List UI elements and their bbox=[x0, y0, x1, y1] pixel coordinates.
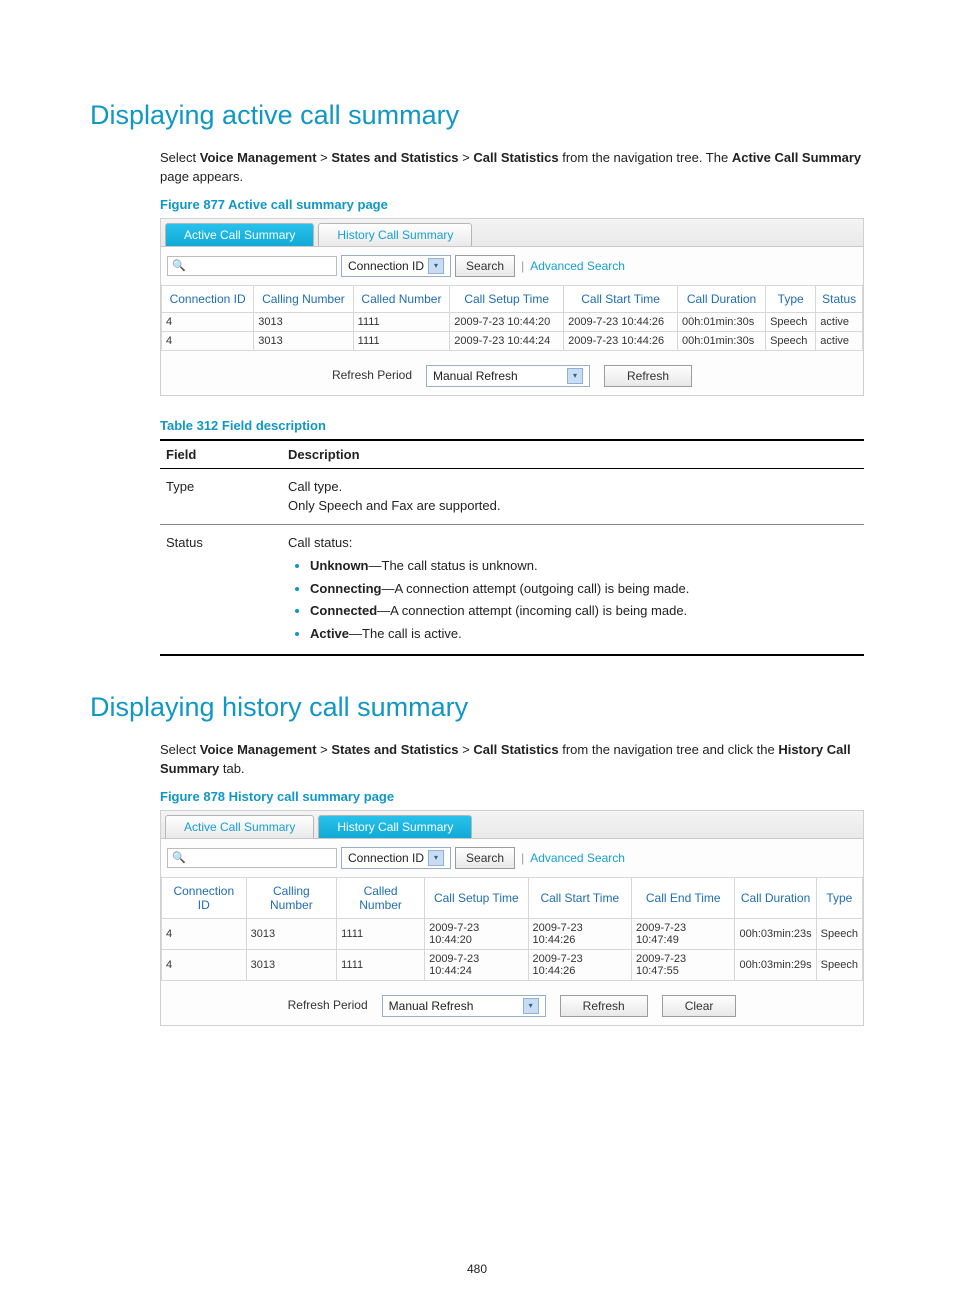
col-calling-number[interactable]: Calling Number bbox=[254, 285, 353, 312]
search-field-select[interactable]: Connection ID ▾ bbox=[341, 847, 451, 869]
page-number: 480 bbox=[0, 1262, 954, 1276]
history-call-panel: Active Call Summary History Call Summary… bbox=[160, 810, 864, 1026]
table-row: 4 3013 1111 2009-7-23 10:44:20 2009-7-23… bbox=[162, 918, 863, 949]
tab-history-call-summary[interactable]: History Call Summary bbox=[318, 223, 472, 246]
refresh-period-label: Refresh Period bbox=[288, 999, 368, 1013]
search-field-select[interactable]: Connection ID ▾ bbox=[341, 255, 451, 277]
table-header-row: Connection ID Calling Number Called Numb… bbox=[162, 877, 863, 918]
col-call-setup-time[interactable]: Call Setup Time bbox=[425, 877, 528, 918]
field-description-table: Field Description Type Call type. Only S… bbox=[160, 439, 864, 657]
heading-active-summary: Displaying active call summary bbox=[90, 100, 864, 131]
col-call-start-time[interactable]: Call Start Time bbox=[528, 877, 631, 918]
col-call-end-time[interactable]: Call End Time bbox=[632, 877, 735, 918]
col-call-setup-time[interactable]: Call Setup Time bbox=[450, 285, 564, 312]
search-input[interactable]: 🔍 bbox=[167, 256, 337, 276]
field-row-status: Status Call status: Unknown—The call sta… bbox=[160, 524, 864, 655]
chevron-down-icon: ▾ bbox=[428, 850, 444, 866]
refresh-button[interactable]: Refresh bbox=[560, 995, 648, 1017]
search-button[interactable]: Search bbox=[455, 255, 515, 277]
col-type[interactable]: Type bbox=[766, 285, 816, 312]
search-row: 🔍 Connection ID ▾ Search | Advanced Sear… bbox=[161, 247, 863, 285]
clear-button[interactable]: Clear bbox=[662, 995, 737, 1017]
active-call-table: Connection ID Calling Number Called Numb… bbox=[161, 285, 863, 351]
intro-active: Select Voice Management > States and Sta… bbox=[160, 149, 864, 187]
col-called-number[interactable]: Called Number bbox=[353, 285, 450, 312]
table-row: 4 3013 1111 2009-7-23 10:44:24 2009-7-23… bbox=[162, 331, 863, 350]
col-calling-number[interactable]: Calling Number bbox=[246, 877, 337, 918]
refresh-period-select[interactable]: Manual Refresh ▾ bbox=[382, 995, 546, 1017]
tab-active-call-summary[interactable]: Active Call Summary bbox=[165, 223, 314, 246]
active-call-panel: Active Call Summary History Call Summary… bbox=[160, 218, 864, 396]
status-list: Unknown—The call status is unknown. Conn… bbox=[288, 556, 858, 643]
history-call-table: Connection ID Calling Number Called Numb… bbox=[161, 877, 863, 981]
heading-history-summary: Displaying history call summary bbox=[90, 692, 864, 723]
figure-877-caption: Figure 877 Active call summary page bbox=[160, 197, 864, 212]
tab-row: Active Call Summary History Call Summary bbox=[161, 811, 863, 839]
search-icon: 🔍 bbox=[172, 259, 186, 272]
intro-history: Select Voice Management > States and Sta… bbox=[160, 741, 864, 779]
table-header-row: Connection ID Calling Number Called Numb… bbox=[162, 285, 863, 312]
search-button[interactable]: Search bbox=[455, 847, 515, 869]
table-row: 4 3013 1111 2009-7-23 10:44:24 2009-7-23… bbox=[162, 949, 863, 980]
chevron-down-icon: ▾ bbox=[567, 368, 583, 384]
tab-row: Active Call Summary History Call Summary bbox=[161, 219, 863, 247]
col-type[interactable]: Type bbox=[816, 877, 862, 918]
figure-878-caption: Figure 878 History call summary page bbox=[160, 789, 864, 804]
table-row: 4 3013 1111 2009-7-23 10:44:20 2009-7-23… bbox=[162, 312, 863, 331]
tab-history-call-summary[interactable]: History Call Summary bbox=[318, 815, 472, 838]
search-input[interactable]: 🔍 bbox=[167, 848, 337, 868]
refresh-controls: Refresh Period Manual Refresh ▾ Refresh … bbox=[161, 981, 863, 1025]
col-call-start-time[interactable]: Call Start Time bbox=[564, 285, 678, 312]
tab-active-call-summary[interactable]: Active Call Summary bbox=[165, 815, 314, 838]
search-row: 🔍 Connection ID ▾ Search | Advanced Sear… bbox=[161, 839, 863, 877]
col-connection-id[interactable]: Connection ID bbox=[162, 285, 254, 312]
advanced-search-link[interactable]: Advanced Search bbox=[530, 851, 625, 865]
refresh-period-label: Refresh Period bbox=[332, 369, 412, 383]
col-called-number[interactable]: Called Number bbox=[337, 877, 425, 918]
chevron-down-icon: ▾ bbox=[523, 998, 539, 1014]
refresh-controls: Refresh Period Manual Refresh ▾ Refresh bbox=[161, 351, 863, 395]
description-col-header: Description bbox=[282, 440, 864, 469]
table-312-caption: Table 312 Field description bbox=[160, 418, 864, 433]
field-col-header: Field bbox=[160, 440, 282, 469]
refresh-button[interactable]: Refresh bbox=[604, 365, 692, 387]
chevron-down-icon: ▾ bbox=[428, 258, 444, 274]
refresh-period-select[interactable]: Manual Refresh ▾ bbox=[426, 365, 590, 387]
field-row-type: Type Call type. Only Speech and Fax are … bbox=[160, 468, 864, 524]
col-connection-id[interactable]: Connection ID bbox=[162, 877, 247, 918]
col-status[interactable]: Status bbox=[816, 285, 863, 312]
advanced-search-link[interactable]: Advanced Search bbox=[530, 259, 625, 273]
search-icon: 🔍 bbox=[172, 851, 186, 864]
col-call-duration[interactable]: Call Duration bbox=[678, 285, 766, 312]
col-call-duration[interactable]: Call Duration bbox=[735, 877, 816, 918]
